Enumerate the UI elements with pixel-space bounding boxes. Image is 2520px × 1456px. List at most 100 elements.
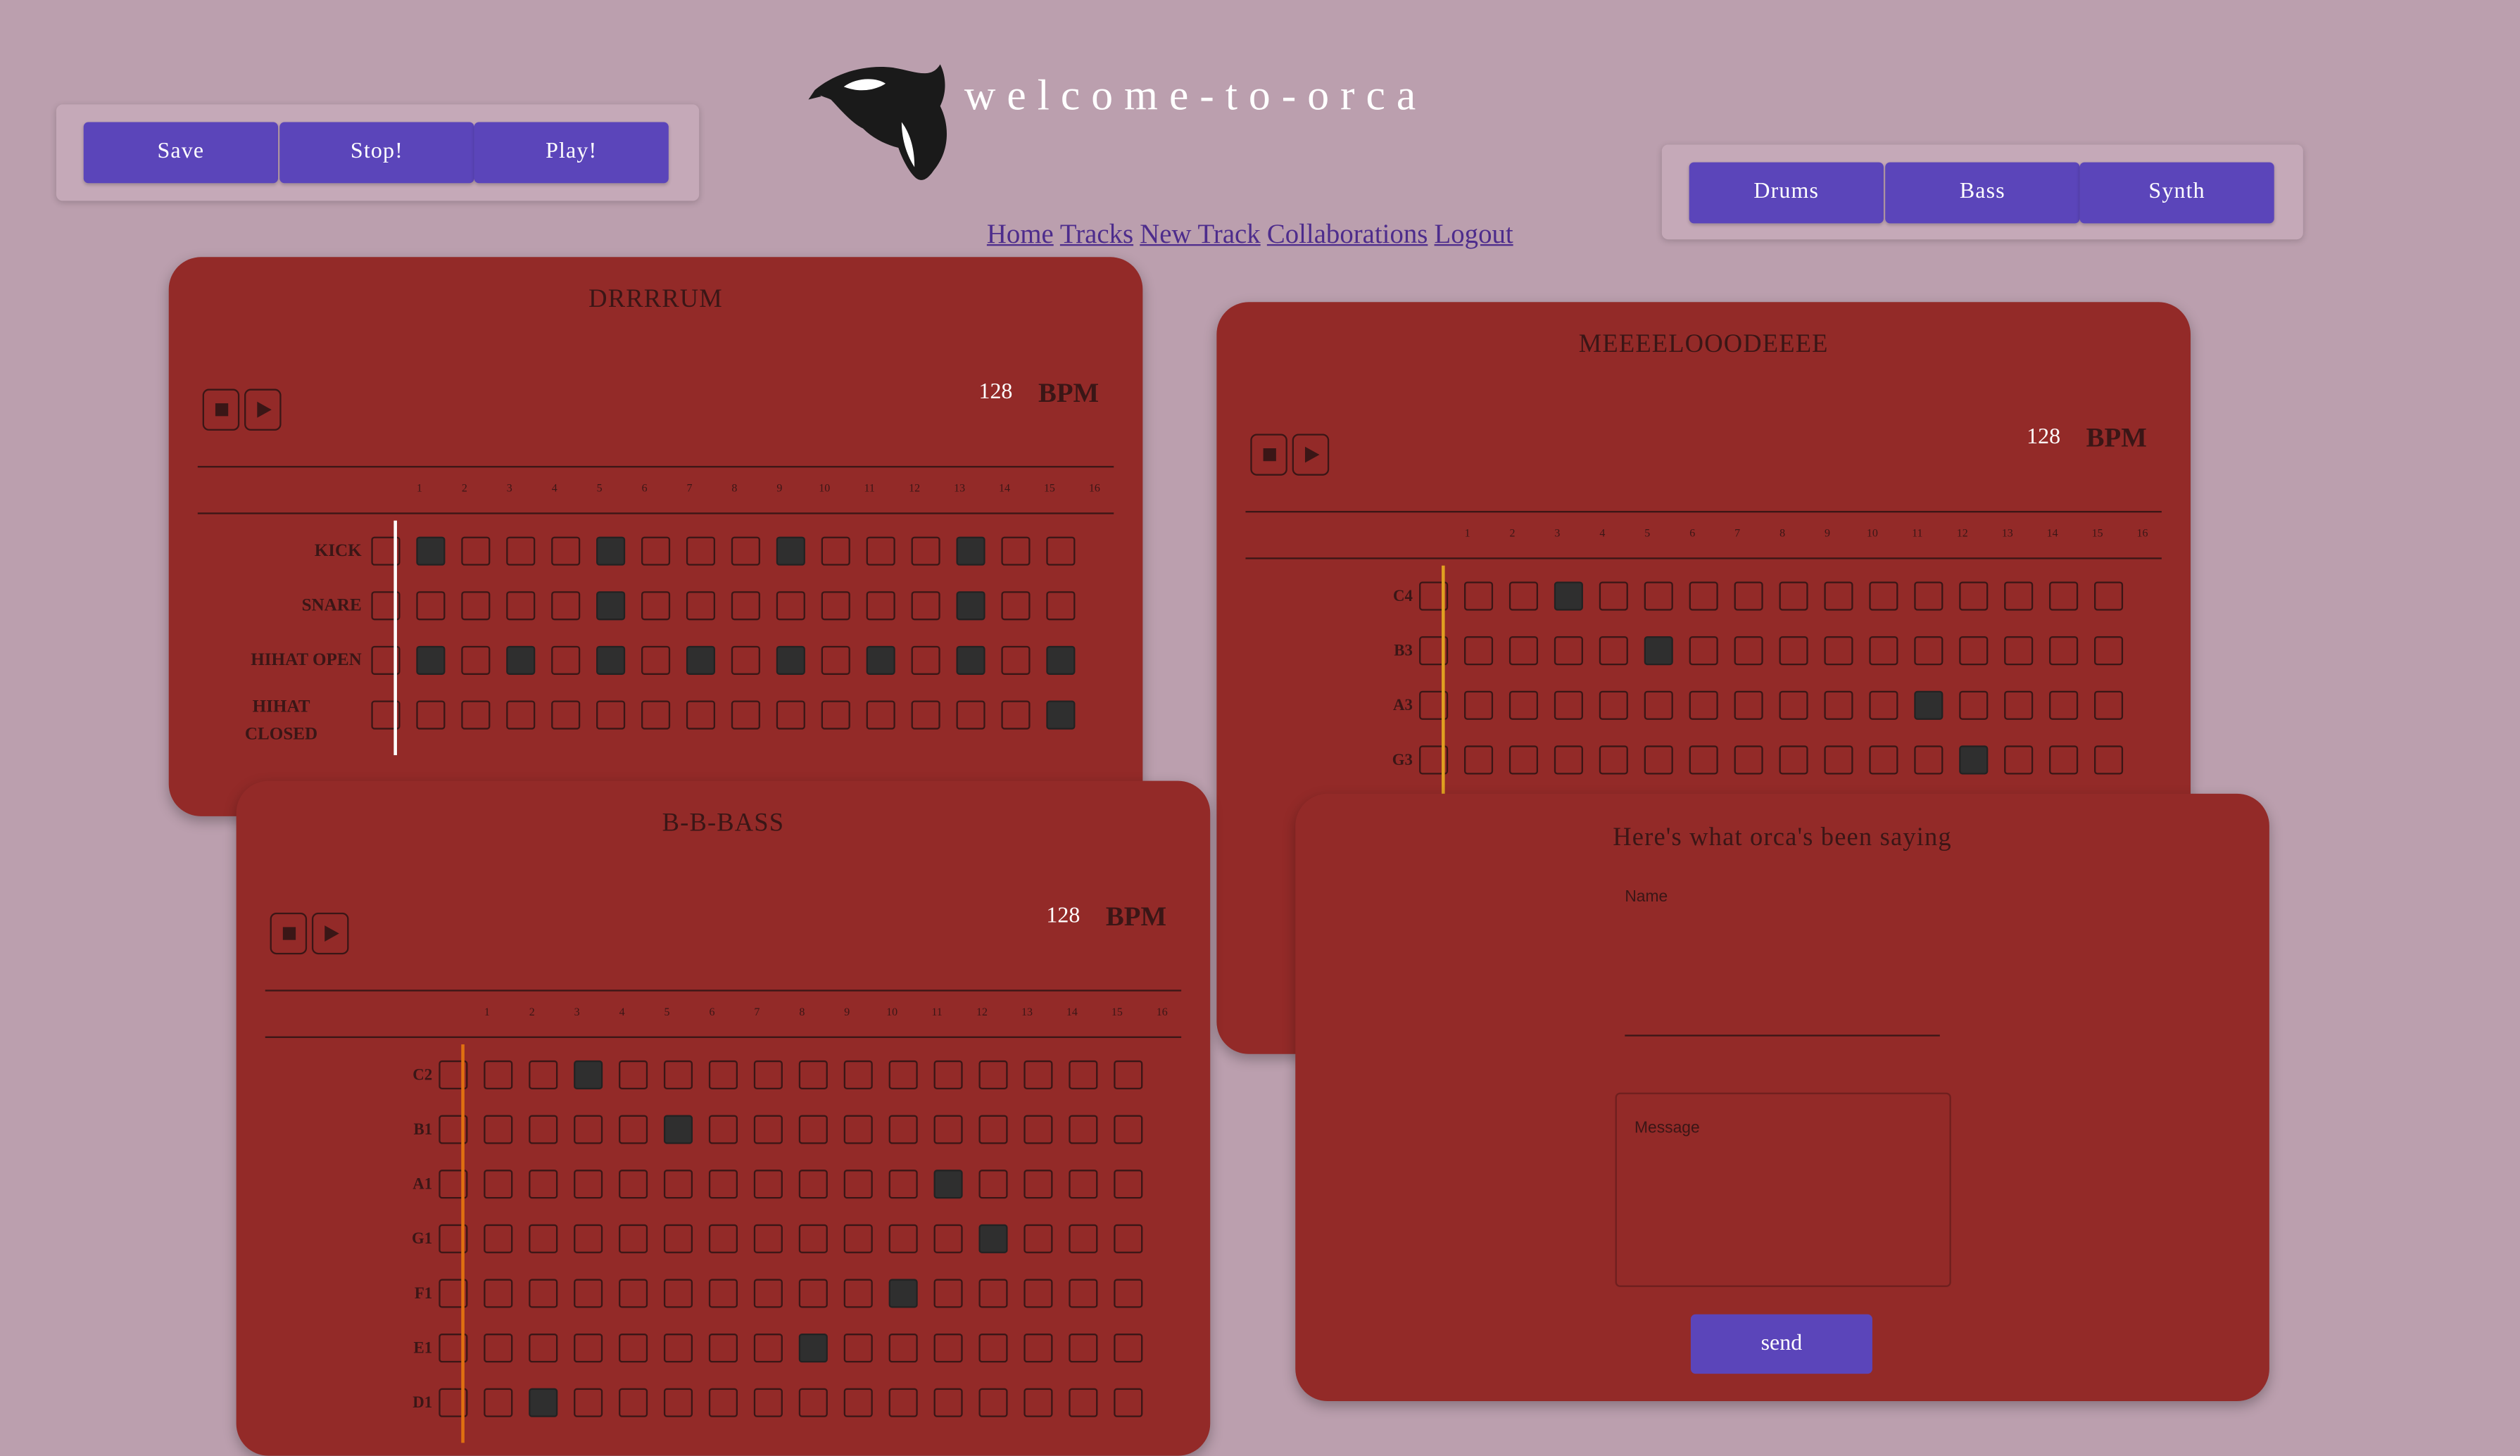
step-cell[interactable] xyxy=(708,1388,738,1417)
step-cell[interactable] xyxy=(686,536,716,566)
name-field[interactable] xyxy=(1625,954,1940,1037)
step-cell[interactable] xyxy=(1734,636,1763,666)
step-cell[interactable] xyxy=(866,700,895,730)
step-cell[interactable] xyxy=(911,536,940,566)
step-cell[interactable] xyxy=(1689,745,1718,775)
step-cell[interactable] xyxy=(641,645,671,675)
step-cell[interactable] xyxy=(798,1388,828,1417)
step-cell[interactable] xyxy=(1069,1170,1098,1199)
step-cell[interactable] xyxy=(821,645,850,675)
step-cell[interactable] xyxy=(529,1279,558,1308)
step-cell[interactable] xyxy=(1508,636,1539,666)
step-cell[interactable] xyxy=(888,1334,918,1363)
step-cell[interactable] xyxy=(619,1334,648,1363)
step-cell[interactable] xyxy=(1554,636,1583,666)
step-cell[interactable] xyxy=(843,1115,873,1144)
step-cell[interactable] xyxy=(1023,1170,1053,1199)
step-cell[interactable] xyxy=(708,1060,738,1090)
step-cell[interactable] xyxy=(416,591,446,621)
step-cell[interactable] xyxy=(663,1060,693,1090)
stop-track-button[interactable] xyxy=(202,388,240,431)
play-track-button[interactable] xyxy=(311,912,349,955)
step-cell[interactable] xyxy=(1001,591,1031,621)
step-cell[interactable] xyxy=(1554,745,1583,775)
step-cell[interactable] xyxy=(2049,636,2079,666)
send-button[interactable]: send xyxy=(1690,1314,1872,1374)
step-cell[interactable] xyxy=(574,1170,603,1199)
step-cell[interactable] xyxy=(663,1388,693,1417)
step-cell[interactable] xyxy=(1069,1388,1098,1417)
step-cell[interactable] xyxy=(461,536,491,566)
step-cell[interactable] xyxy=(1779,636,1808,666)
step-cell[interactable] xyxy=(2049,745,2079,775)
step-cell[interactable] xyxy=(1046,700,1076,730)
step-cell[interactable] xyxy=(2049,581,2079,611)
step-cell[interactable] xyxy=(1069,1060,1098,1090)
step-cell[interactable] xyxy=(821,591,850,621)
step-cell[interactable] xyxy=(753,1115,783,1144)
step-cell[interactable] xyxy=(1114,1279,1143,1308)
step-cell[interactable] xyxy=(663,1115,693,1144)
step-cell[interactable] xyxy=(1824,745,1853,775)
step-cell[interactable] xyxy=(978,1224,1008,1253)
step-cell[interactable] xyxy=(641,591,671,621)
step-cell[interactable] xyxy=(888,1224,918,1253)
step-cell[interactable] xyxy=(776,700,805,730)
step-cell[interactable] xyxy=(1023,1224,1053,1253)
stop-track-button[interactable] xyxy=(1250,433,1287,476)
step-cell[interactable] xyxy=(619,1224,648,1253)
step-cell[interactable] xyxy=(753,1170,783,1199)
nav-link-collaborations[interactable]: Collaborations xyxy=(1267,219,1428,249)
step-cell[interactable] xyxy=(461,591,491,621)
synth-button[interactable]: Synth xyxy=(2079,162,2274,224)
step-cell[interactable] xyxy=(1644,636,1673,666)
step-cell[interactable] xyxy=(1069,1279,1098,1308)
step-cell[interactable] xyxy=(1779,581,1808,611)
step-cell[interactable] xyxy=(574,1115,603,1144)
step-cell[interactable] xyxy=(843,1170,873,1199)
step-cell[interactable] xyxy=(663,1279,693,1308)
step-cell[interactable] xyxy=(2049,690,2079,720)
step-cell[interactable] xyxy=(529,1388,558,1417)
step-cell[interactable] xyxy=(1463,636,1494,666)
step-cell[interactable] xyxy=(731,536,760,566)
step-cell[interactable] xyxy=(1508,581,1539,611)
step-cell[interactable] xyxy=(911,591,940,621)
step-cell[interactable] xyxy=(776,536,805,566)
step-cell[interactable] xyxy=(866,536,895,566)
step-cell[interactable] xyxy=(2004,745,2034,775)
step-cell[interactable] xyxy=(1824,636,1853,666)
step-cell[interactable] xyxy=(1869,581,1898,611)
step-cell[interactable] xyxy=(956,645,985,675)
step-cell[interactable] xyxy=(2094,636,2124,666)
step-cell[interactable] xyxy=(1114,1060,1143,1090)
step-cell[interactable] xyxy=(888,1388,918,1417)
step-cell[interactable] xyxy=(798,1115,828,1144)
step-cell[interactable] xyxy=(1046,536,1076,566)
step-cell[interactable] xyxy=(978,1279,1008,1308)
step-cell[interactable] xyxy=(529,1334,558,1363)
step-cell[interactable] xyxy=(1069,1115,1098,1144)
step-cell[interactable] xyxy=(686,591,716,621)
step-cell[interactable] xyxy=(529,1170,558,1199)
step-cell[interactable] xyxy=(911,700,940,730)
step-cell[interactable] xyxy=(2094,745,2124,775)
step-cell[interactable] xyxy=(798,1170,828,1199)
step-cell[interactable] xyxy=(551,645,581,675)
step-cell[interactable] xyxy=(2004,581,2034,611)
step-cell[interactable] xyxy=(776,645,805,675)
step-cell[interactable] xyxy=(529,1060,558,1090)
step-cell[interactable] xyxy=(663,1224,693,1253)
step-cell[interactable] xyxy=(843,1224,873,1253)
play-track-button[interactable] xyxy=(1292,433,1330,476)
step-cell[interactable] xyxy=(1508,745,1539,775)
step-cell[interactable] xyxy=(933,1115,963,1144)
step-cell[interactable] xyxy=(753,1060,783,1090)
step-cell[interactable] xyxy=(708,1170,738,1199)
step-cell[interactable] xyxy=(753,1388,783,1417)
step-cell[interactable] xyxy=(484,1334,513,1363)
step-cell[interactable] xyxy=(843,1060,873,1090)
step-cell[interactable] xyxy=(978,1060,1008,1090)
step-cell[interactable] xyxy=(1869,690,1898,720)
step-cell[interactable] xyxy=(574,1060,603,1090)
